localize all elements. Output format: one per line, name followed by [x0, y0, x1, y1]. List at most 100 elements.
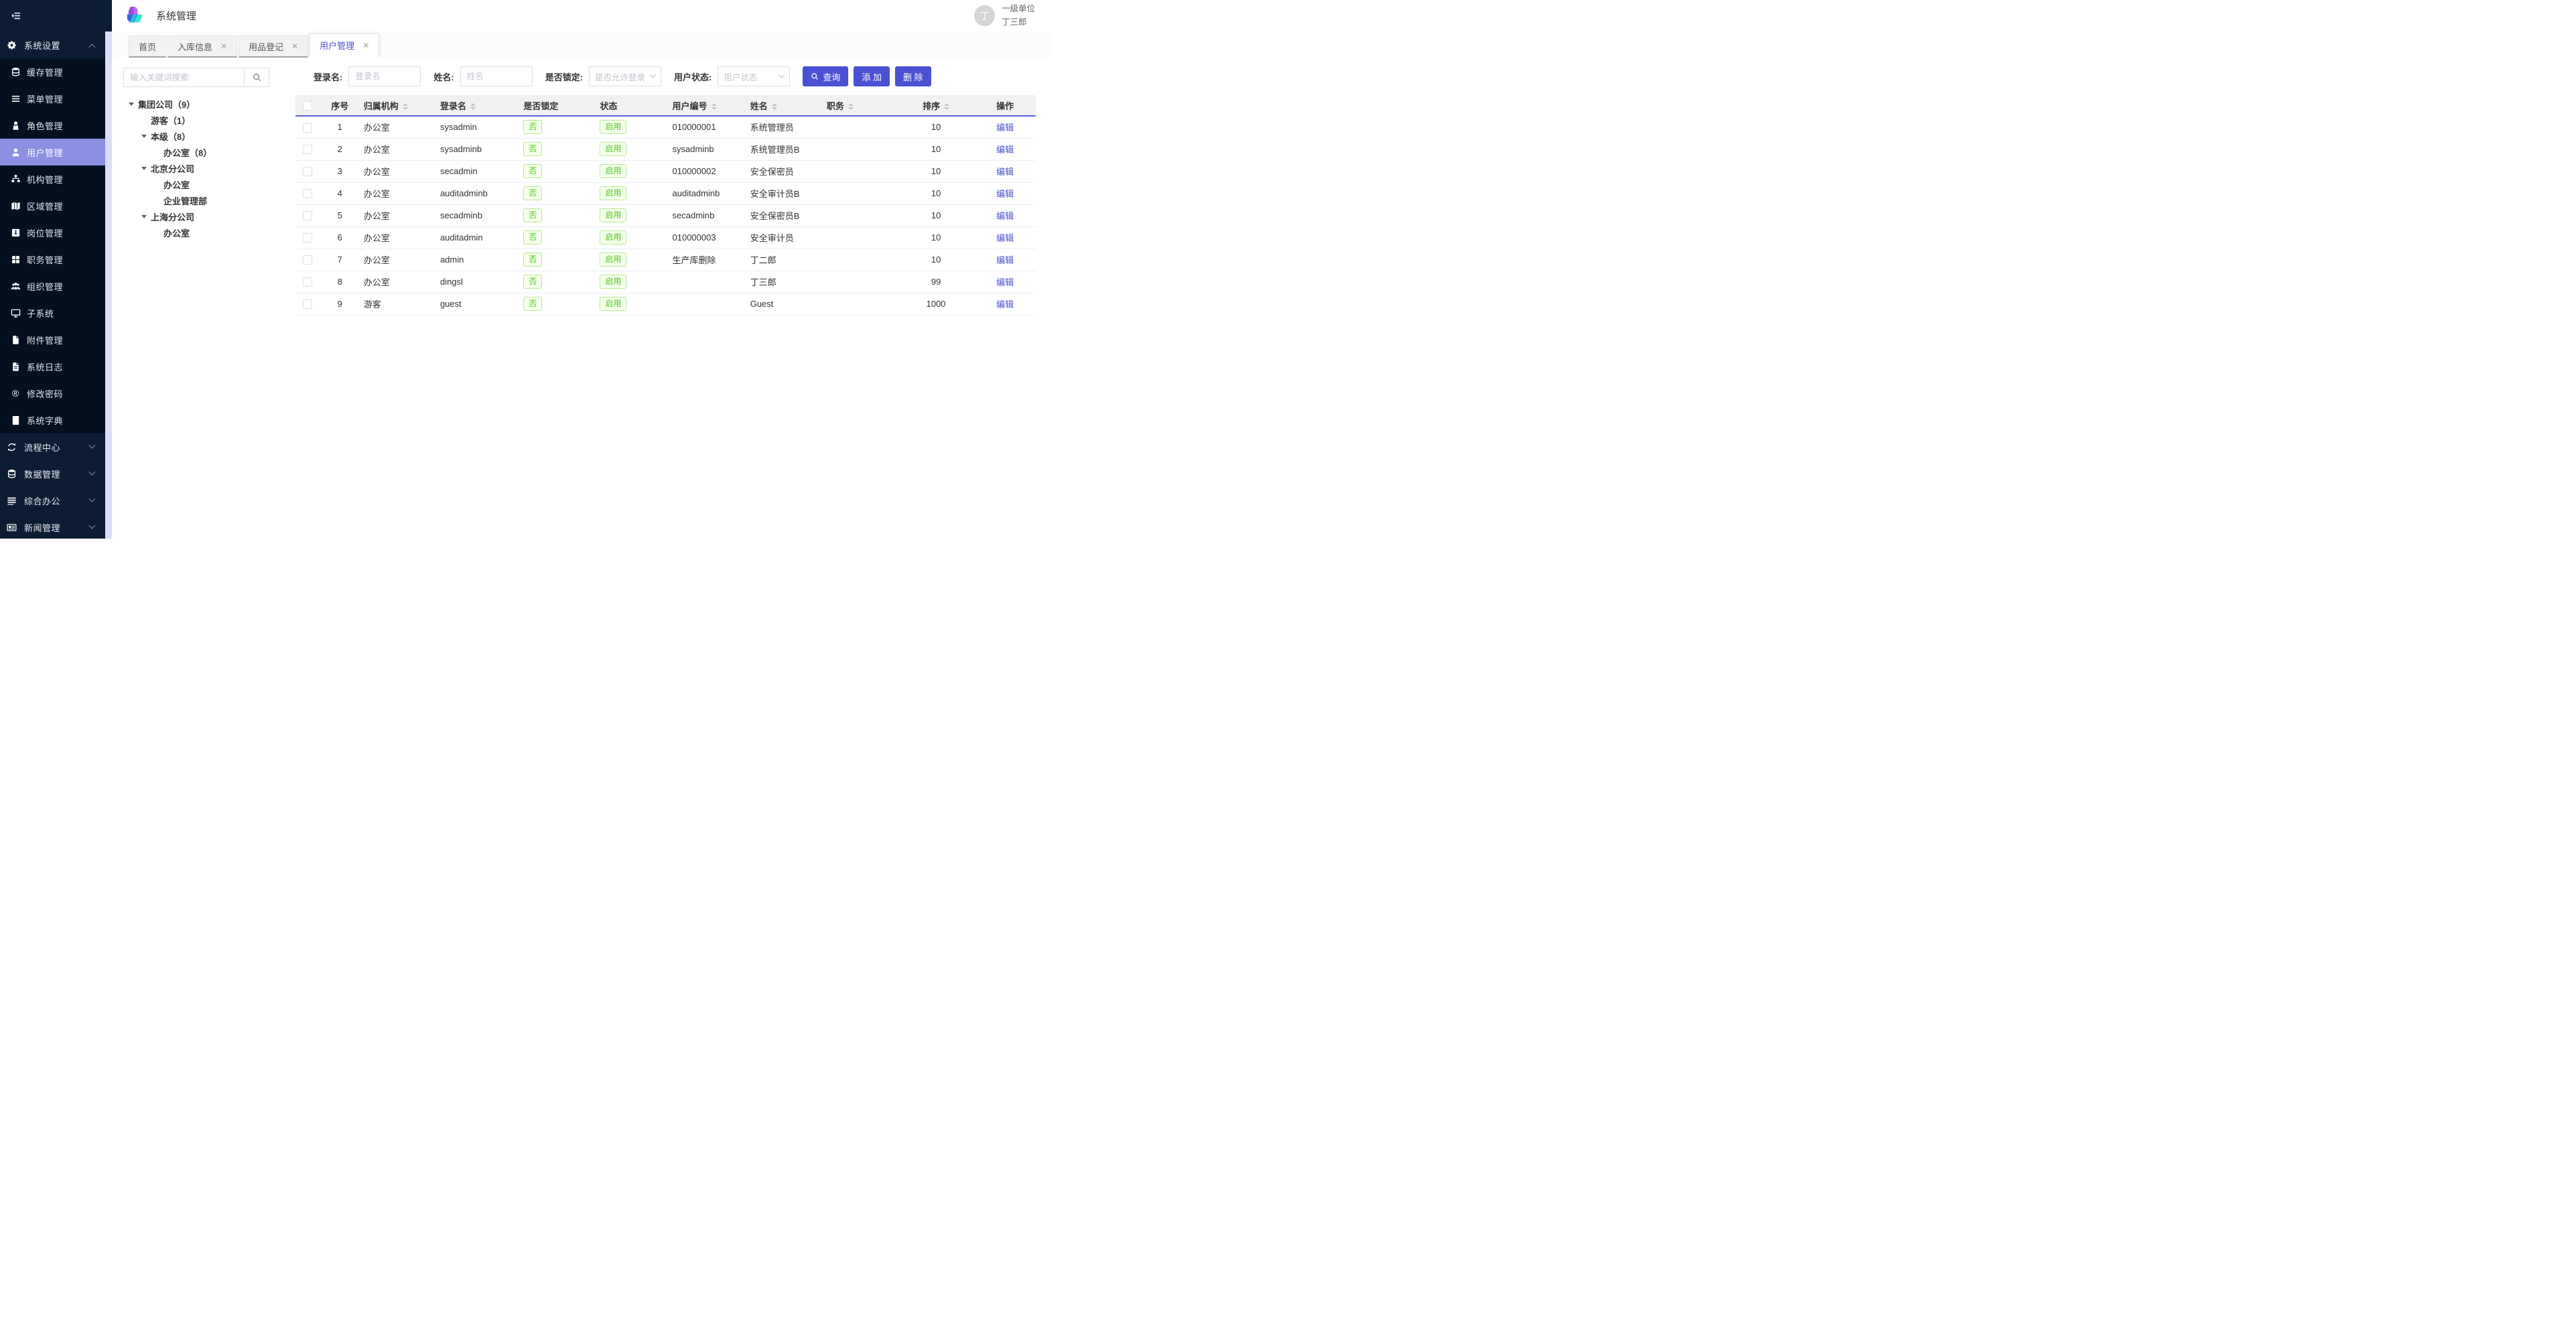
- sort-icon[interactable]: [944, 103, 949, 110]
- sort-icon[interactable]: [403, 103, 408, 110]
- row-checkbox[interactable]: [303, 123, 312, 133]
- tree-node[interactable]: 本级（8）: [123, 128, 269, 144]
- column-header[interactable]: 姓名: [746, 95, 823, 116]
- status-select[interactable]: 用户状态: [718, 66, 790, 86]
- tab-home[interactable]: 首页: [129, 36, 166, 58]
- column-header[interactable]: 归属机构: [360, 95, 436, 116]
- team-icon: [10, 281, 21, 291]
- cell-value: 办公室: [364, 189, 390, 199]
- tab-users[interactable]: 用户管理✕: [310, 33, 379, 58]
- close-icon[interactable]: ✕: [362, 41, 369, 50]
- sidebar-group-data[interactable]: 数据管理: [0, 460, 105, 487]
- cell-value: auditadmin: [440, 232, 483, 242]
- sidebar-group-settings[interactable]: 系统设置: [0, 31, 105, 58]
- sort-icon[interactable]: [848, 103, 854, 110]
- edit-link[interactable]: 编辑: [996, 299, 1014, 309]
- sidebar-item-region[interactable]: 区域管理: [0, 192, 105, 219]
- sidebar-group-label: 综合办公: [24, 494, 60, 507]
- delete-button[interactable]: 删 除: [895, 66, 931, 86]
- cell-value: 10: [931, 144, 941, 154]
- tree-caret-icon[interactable]: [141, 215, 151, 218]
- status-badge: 否: [523, 253, 542, 267]
- add-button[interactable]: 添 加: [854, 66, 890, 86]
- sidebar-item-dict[interactable]: 系统字典: [0, 407, 105, 433]
- row-checkbox[interactable]: [303, 299, 312, 309]
- name-input[interactable]: [460, 66, 533, 86]
- login-cell: auditadmin: [436, 226, 519, 249]
- sort-icon[interactable]: [711, 103, 717, 110]
- row-checkbox[interactable]: [303, 167, 312, 176]
- tree-caret-icon[interactable]: [129, 102, 138, 106]
- tree-node[interactable]: 集团公司（9）: [123, 96, 269, 112]
- edit-link[interactable]: 编辑: [996, 211, 1014, 221]
- sort-icon[interactable]: [772, 103, 777, 110]
- sidebar-item-cache[interactable]: 缓存管理: [0, 58, 105, 85]
- select-all-checkbox[interactable]: [303, 101, 312, 111]
- sidebar-item-duty[interactable]: 职务管理: [0, 246, 105, 273]
- actions-cell: 编辑: [974, 116, 1036, 138]
- sidebar-group-news[interactable]: 新闻管理: [0, 514, 105, 539]
- sidebar-item-password[interactable]: ®修改密码: [0, 380, 105, 407]
- page-title: 系统管理: [156, 9, 196, 23]
- close-icon[interactable]: ✕: [220, 42, 227, 51]
- column-header[interactable]: 排序: [898, 95, 974, 116]
- sidebar-item-menu[interactable]: 菜单管理: [0, 85, 105, 112]
- row-checkbox[interactable]: [303, 233, 312, 242]
- row-checkbox[interactable]: [303, 211, 312, 220]
- sidebar-item-subsystem[interactable]: 子系统: [0, 299, 105, 326]
- table-row: 1办公室sysadmin否启用010000001系统管理员10编辑: [295, 116, 1036, 138]
- tree-caret-icon[interactable]: [141, 135, 151, 138]
- tree-node[interactable]: 游客（1）: [123, 112, 269, 128]
- tree-node[interactable]: 北京分公司: [123, 160, 269, 176]
- tree-search-button[interactable]: [244, 68, 269, 87]
- user-box[interactable]: 丁 一级单位 丁三郎: [974, 3, 1035, 29]
- status-badge: 启用: [600, 275, 626, 289]
- sidebar-item-syslog[interactable]: 系统日志: [0, 353, 105, 380]
- column-header[interactable]: 职务: [823, 95, 898, 116]
- sidebar-group-flow[interactable]: 流程中心: [0, 433, 105, 460]
- row-checkbox[interactable]: [303, 189, 312, 198]
- sidebar-group-office[interactable]: 综合办公: [0, 487, 105, 514]
- tree-node[interactable]: 办公室: [123, 176, 269, 192]
- tree-caret-icon[interactable]: [141, 167, 151, 170]
- tree-node[interactable]: 上海分公司: [123, 208, 269, 224]
- login-input[interactable]: [348, 66, 421, 86]
- tab-supplies[interactable]: 用品登记✕: [239, 36, 308, 58]
- sidebar-item-post[interactable]: 岗位管理: [0, 219, 105, 246]
- sidebar-item-org[interactable]: 机构管理: [0, 165, 105, 192]
- sidebar-collapse-button[interactable]: [8, 9, 23, 23]
- edit-link[interactable]: 编辑: [996, 277, 1014, 287]
- tree-node[interactable]: 办公室（8）: [123, 144, 269, 160]
- row-checkbox[interactable]: [303, 145, 312, 154]
- tree-node[interactable]: 企业管理部: [123, 192, 269, 208]
- edit-link[interactable]: 编辑: [996, 255, 1014, 265]
- sidebar-item-team[interactable]: 组织管理: [0, 273, 105, 299]
- column-header[interactable]: 用户编号: [669, 95, 746, 116]
- tree-node[interactable]: 办公室: [123, 224, 269, 240]
- sidebar-item-role[interactable]: 角色管理: [0, 112, 105, 139]
- close-icon[interactable]: ✕: [291, 42, 298, 51]
- edit-link[interactable]: 编辑: [996, 233, 1014, 243]
- row-checkbox[interactable]: [303, 277, 312, 287]
- name-cell: 丁三郎: [746, 271, 823, 293]
- tab-inbound[interactable]: 入库信息✕: [167, 36, 237, 58]
- sidebar-item-user[interactable]: 用户管理: [0, 139, 105, 165]
- edit-link[interactable]: 编辑: [996, 189, 1014, 199]
- cell-value: 5: [338, 210, 342, 220]
- column-header[interactable]: 登录名: [436, 95, 519, 116]
- sidebar-scrollbar[interactable]: [105, 31, 112, 539]
- org-cell: 办公室: [360, 160, 436, 182]
- cell-value: 安全审计员: [750, 233, 794, 243]
- edit-link[interactable]: 编辑: [996, 145, 1014, 155]
- row-checkbox[interactable]: [303, 255, 312, 265]
- locked-select[interactable]: 是否允许登录: [589, 66, 661, 86]
- sidebar-item-attachment[interactable]: 附件管理: [0, 326, 105, 353]
- sort-icon[interactable]: [470, 103, 476, 110]
- sort-cell: 10: [898, 116, 974, 138]
- edit-link[interactable]: 编辑: [996, 167, 1014, 177]
- edit-link[interactable]: 编辑: [996, 123, 1014, 133]
- sidebar-item-label: 系统字典: [27, 414, 63, 427]
- tree-search-input[interactable]: [123, 68, 244, 87]
- search-button[interactable]: 查询: [803, 66, 848, 86]
- org-tree: 集团公司（9）游客（1）本级（8）办公室（8）北京分公司办公室企业管理部上海分公…: [123, 96, 269, 240]
